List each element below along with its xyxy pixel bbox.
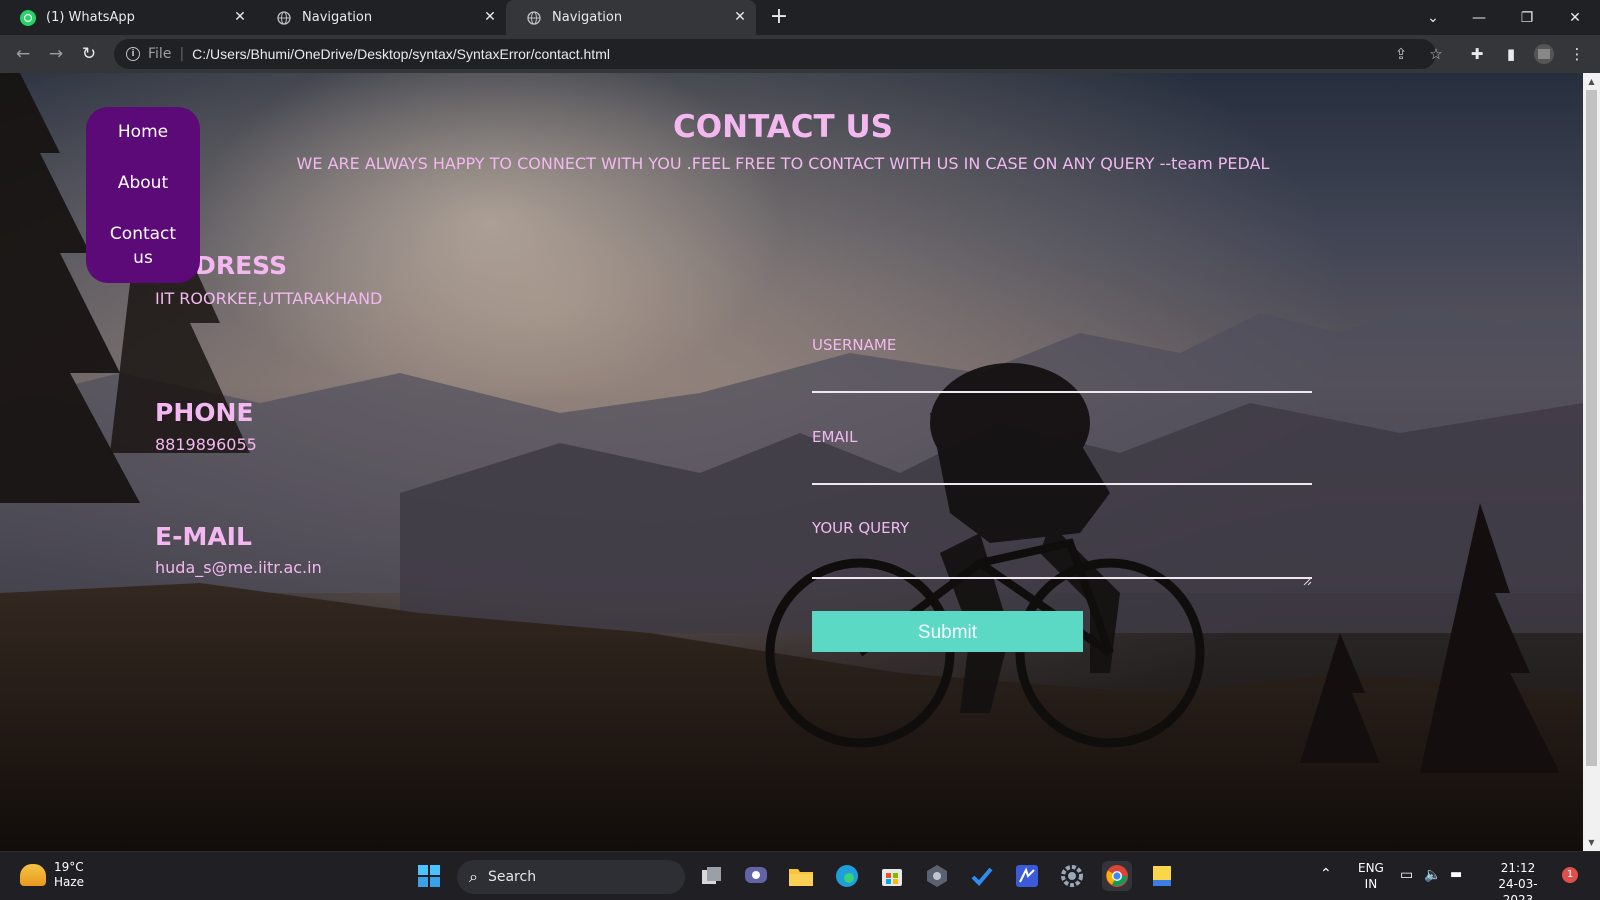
clock-time: 21:12 xyxy=(1500,861,1536,875)
url-scheme: File xyxy=(148,46,172,62)
page-subtitle: WE ARE ALWAYS HAPPY TO CONNECT WITH YOU … xyxy=(296,154,1270,173)
forward-icon[interactable]: → xyxy=(45,43,67,65)
scroll-down-icon[interactable]: ▼ xyxy=(1583,834,1600,851)
weather-temp: 19°C xyxy=(54,860,84,874)
notes-app-icon[interactable] xyxy=(1147,861,1177,891)
browser-toolbar: ← → ↻ i File | C:/Users/Bhumi/OneDrive/D… xyxy=(0,35,1600,73)
email-input[interactable] xyxy=(812,455,1312,481)
scrollbar-thumb[interactable] xyxy=(1586,90,1597,766)
email-value: huda_s@me.iitr.ac.in xyxy=(155,558,322,577)
search-label: Search xyxy=(487,869,537,885)
address-value: IIT ROORKEE,UTTARAKHAND xyxy=(155,289,383,308)
settings-hexagon-icon[interactable] xyxy=(922,861,952,891)
tab-search-chevron-icon[interactable]: ⌄ xyxy=(1410,0,1456,35)
windows-taskbar: 19°C Haze ⌕ Search ⌃ ENG IN ▭ 🔈 ▬ 21:12 … xyxy=(0,851,1600,900)
whatsapp-icon xyxy=(20,9,36,26)
close-tab-icon[interactable]: ✕ xyxy=(732,9,748,25)
file-explorer-icon[interactable] xyxy=(786,861,816,891)
side-panel-icon[interactable]: ▮ xyxy=(1500,43,1522,65)
lang-bottom: IN xyxy=(1364,877,1378,891)
microsoft-store-icon[interactable] xyxy=(877,861,907,891)
bookmark-star-icon[interactable]: ☆ xyxy=(1425,43,1447,65)
page-viewport: CONTACT US WE ARE ALWAYS HAPPY TO CONNEC… xyxy=(0,73,1583,851)
globe-icon xyxy=(276,10,292,26)
todo-check-icon[interactable] xyxy=(967,861,997,891)
submit-button[interactable]: Submit xyxy=(812,611,1083,652)
network-icon[interactable]: ▭ xyxy=(1400,867,1413,883)
notification-badge[interactable]: 1 xyxy=(1562,867,1578,883)
edge-browser-icon[interactable] xyxy=(832,861,862,891)
tab-title: Navigation xyxy=(302,10,373,25)
language-indicator[interactable]: ENG IN xyxy=(1358,860,1384,892)
phone-heading: PHONE xyxy=(155,398,254,427)
tab-navigation-1[interactable]: Navigation ✕ xyxy=(256,0,506,35)
extensions-icon[interactable]: ✚ xyxy=(1466,43,1488,65)
tab-whatsapp[interactable]: (1) WhatsApp ✕ xyxy=(0,0,256,35)
menu-kebab-icon[interactable]: ⋮ xyxy=(1566,43,1588,65)
search-icon: ⌕ xyxy=(469,867,478,886)
phone-value: 8819896055 xyxy=(155,435,257,454)
share-icon[interactable]: ⇪ xyxy=(1390,43,1412,65)
weather-haze-icon xyxy=(20,864,46,886)
weather-widget[interactable]: 19°C Haze xyxy=(20,860,84,890)
close-window-icon[interactable]: ✕ xyxy=(1552,0,1598,35)
email-heading: E-MAIL xyxy=(155,522,252,551)
tab-navigation-active[interactable]: Navigation ✕ xyxy=(506,0,756,35)
username-underline xyxy=(812,391,1312,393)
chrome-icon[interactable] xyxy=(1102,861,1132,891)
clock[interactable]: 21:12 24-03-2023 xyxy=(1484,860,1552,900)
task-view-icon[interactable] xyxy=(697,861,727,891)
close-tab-icon[interactable]: ✕ xyxy=(232,9,248,25)
email-label: EMAIL xyxy=(812,428,858,446)
query-underline xyxy=(812,577,1312,579)
windows-start-icon[interactable] xyxy=(414,861,444,891)
battery-icon[interactable]: ▬ xyxy=(1450,867,1462,883)
username-input[interactable] xyxy=(812,363,1312,389)
lang-top: ENG xyxy=(1358,861,1384,875)
minimize-icon[interactable]: — xyxy=(1456,0,1502,35)
gear-icon[interactable] xyxy=(1057,861,1087,891)
azure-studio-icon[interactable] xyxy=(1012,861,1042,891)
new-tab-button[interactable]: + xyxy=(766,5,792,31)
query-textarea[interactable] xyxy=(812,547,1312,573)
restore-icon[interactable]: ❐ xyxy=(1504,0,1550,35)
nav-menu: Home About Contact us xyxy=(86,107,200,283)
page-title: CONTACT US xyxy=(673,109,893,145)
background-dim-overlay xyxy=(0,73,1583,851)
info-icon[interactable]: i xyxy=(126,47,140,61)
address-bar[interactable]: i File | C:/Users/Bhumi/OneDrive/Desktop… xyxy=(114,39,1436,69)
query-label: YOUR QUERY xyxy=(812,519,910,537)
nav-item-contact[interactable]: Contact us xyxy=(86,222,200,270)
scroll-up-icon[interactable]: ▲ xyxy=(1583,73,1600,90)
username-label: USERNAME xyxy=(812,336,897,354)
volume-muted-icon[interactable]: 🔈 xyxy=(1424,867,1441,883)
teams-chat-icon[interactable] xyxy=(741,861,771,891)
textarea-resize-handle-icon[interactable] xyxy=(1303,577,1312,586)
nav-item-home[interactable]: Home xyxy=(86,120,200,144)
weather-desc: Haze xyxy=(54,875,85,889)
tray-overflow-chevron-icon[interactable]: ⌃ xyxy=(1320,866,1332,882)
tab-title: (1) WhatsApp xyxy=(46,10,135,25)
tab-title: Navigation xyxy=(552,10,623,25)
url-text[interactable]: C:/Users/Bhumi/OneDrive/Desktop/syntax/S… xyxy=(192,46,610,62)
url-separator: | xyxy=(179,46,185,62)
reload-icon[interactable]: ↻ xyxy=(78,43,100,65)
browser-tab-bar: (1) WhatsApp ✕ Navigation ✕ Navigation ✕… xyxy=(0,0,1600,35)
page-scrollbar[interactable]: ▲ ▼ xyxy=(1583,73,1600,851)
clock-date: 24-03-2023 xyxy=(1498,877,1538,900)
globe-icon xyxy=(526,10,542,26)
close-tab-icon[interactable]: ✕ xyxy=(482,9,498,25)
taskbar-search-box[interactable]: ⌕ Search xyxy=(457,860,685,894)
email-underline xyxy=(812,483,1312,485)
profile-avatar[interactable] xyxy=(1533,43,1555,65)
back-icon[interactable]: ← xyxy=(12,43,34,65)
nav-item-about[interactable]: About xyxy=(86,171,200,195)
